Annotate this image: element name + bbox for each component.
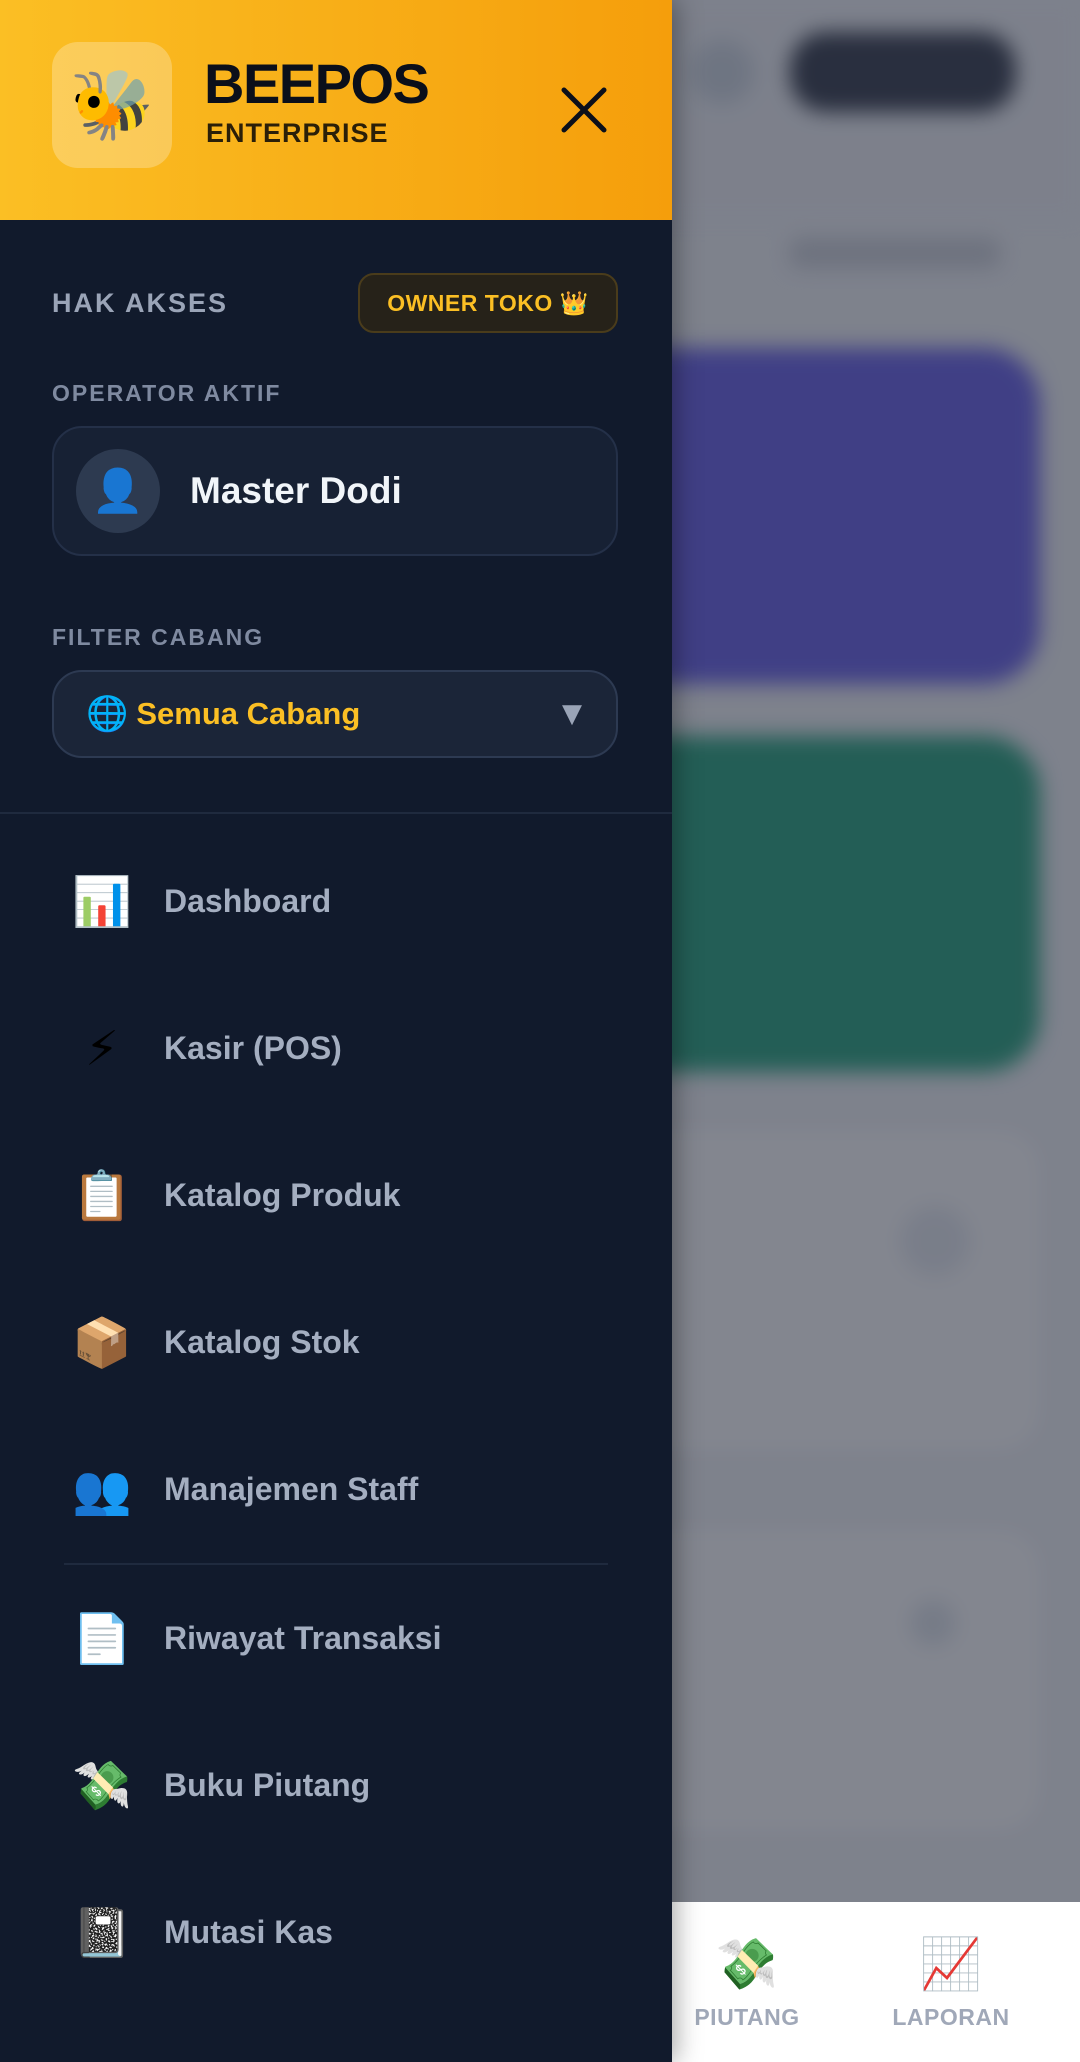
access-label: HAK AKSES xyxy=(52,288,229,318)
users-icon: 👥 xyxy=(72,1462,132,1518)
branch-filter-select[interactable]: 🌐 Semua Cabang ▼ xyxy=(52,670,618,758)
box-icon: 📦 xyxy=(72,1315,132,1371)
brand-title: BEEPOS xyxy=(204,52,430,115)
operator-card[interactable]: 👤 Master Dodi xyxy=(52,426,618,556)
menu-item-label: Manajemen Staff xyxy=(164,1471,419,1507)
menu-item-label: Katalog Stok xyxy=(164,1324,360,1360)
clipboard-icon: 📋 xyxy=(72,1168,132,1224)
globe-icon: 🌐 xyxy=(86,694,129,734)
operator-name: Master Dodi xyxy=(190,470,402,511)
lightning-icon: ⚡ xyxy=(85,1020,119,1077)
menu-item-label: Katalog Produk xyxy=(164,1177,401,1213)
chevron-down-icon: ▼ xyxy=(562,699,582,729)
money-wings-icon: 💸 xyxy=(715,1934,779,1993)
menu-item-label: Kasir (POS) xyxy=(164,1030,342,1066)
menu-item-mutasi-kas[interactable]: 📓 Mutasi Kas xyxy=(0,1859,672,2006)
menu-item-label: Mutasi Kas xyxy=(164,1914,333,1950)
role-badge: OWNER TOKO 👑 xyxy=(358,273,618,333)
close-button[interactable] xyxy=(552,78,616,142)
money-wings-icon: 💸 xyxy=(72,1758,132,1814)
brand-subtitle: ENTERPRISE xyxy=(206,118,389,148)
bottom-nav-label: PIUTANG xyxy=(694,2003,800,2030)
menu-item-kasir[interactable]: ⚡ Kasir (POS) xyxy=(0,975,672,1122)
divider xyxy=(0,812,672,814)
menu-item-buku-piutang[interactable]: 💸 Buku Piutang xyxy=(0,1712,672,1859)
bottom-nav-piutang[interactable]: 💸 PIUTANG xyxy=(672,1902,822,2062)
menu-item-label: Riwayat Transaksi xyxy=(164,1620,442,1656)
bottom-nav-laporan[interactable]: 📈 LAPORAN xyxy=(822,1902,1080,2062)
branch-filter-value: Semua Cabang xyxy=(136,696,361,731)
menu-item-dashboard[interactable]: 📊 Dashboard xyxy=(0,828,672,975)
bee-icon: 🐝 xyxy=(52,42,172,168)
chart-icon: 📊 xyxy=(72,874,132,930)
notebook-icon: 📓 xyxy=(72,1905,132,1961)
bottom-nav-label: LAPORAN xyxy=(892,2003,1010,2030)
chart-up-icon: 📈 xyxy=(919,1934,983,1993)
branch-filter-label: FILTER CABANG xyxy=(52,624,265,650)
avatar: 👤 xyxy=(76,449,160,533)
drawer-menu: 📊 Dashboard ⚡ Kasir (POS) 📋 Katalog Prod… xyxy=(0,828,672,2006)
bottom-nav: 💸 PIUTANG 📈 LAPORAN xyxy=(672,1902,1080,2062)
menu-item-riwayat-transaksi[interactable]: 📄 Riwayat Transaksi xyxy=(0,1565,672,1712)
menu-item-katalog-stok[interactable]: 📦 Katalog Stok xyxy=(0,1269,672,1416)
menu-item-label: Dashboard xyxy=(164,883,332,919)
menu-item-label: Buku Piutang xyxy=(164,1767,371,1803)
drawer-header: 🐝 BEEPOS ENTERPRISE xyxy=(0,0,672,220)
close-icon xyxy=(561,87,607,133)
side-drawer: 🐝 BEEPOS ENTERPRISE HAK AKSES OWNER TOKO… xyxy=(0,0,672,2062)
menu-item-manajemen-staff[interactable]: 👥 Manajemen Staff xyxy=(0,1416,672,1563)
menu-item-katalog-produk[interactable]: 📋 Katalog Produk xyxy=(0,1122,672,1269)
operator-label: OPERATOR AKTIF xyxy=(52,380,282,406)
document-icon: 📄 xyxy=(72,1611,132,1667)
